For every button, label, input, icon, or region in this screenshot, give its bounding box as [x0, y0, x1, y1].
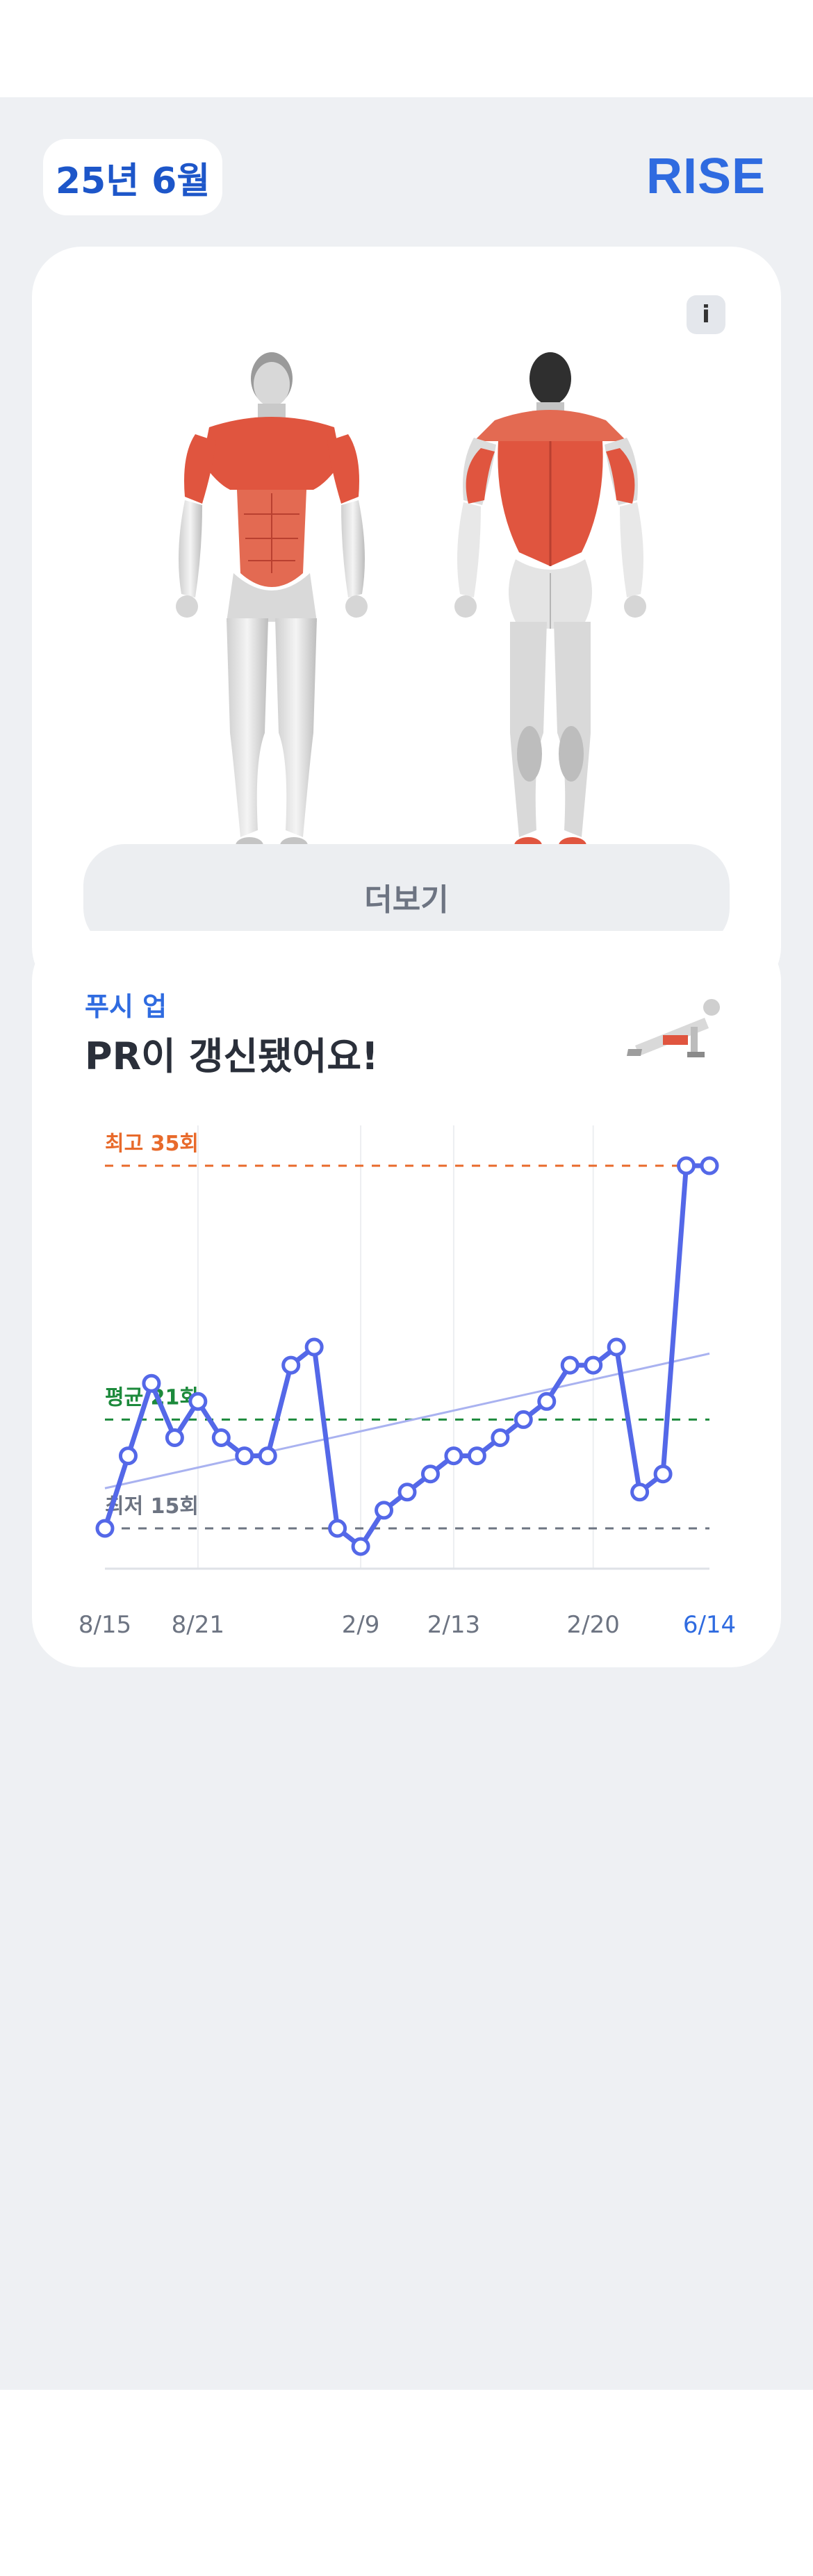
x-tick-label: 2/20: [567, 1611, 620, 1639]
pr-history-chart: 최고 35회평균 21회최저 15회8/15 8/21 2/9 2/13 2/20 6/1…: [79, 1125, 736, 1639]
data-point: [375, 1501, 394, 1520]
x-tick-label: 6/14: [683, 1611, 736, 1639]
data-point: [328, 1519, 347, 1538]
data-point: [211, 1428, 231, 1447]
info-button[interactable]: i: [687, 295, 725, 334]
data-point: [607, 1337, 626, 1357]
month-selector[interactable]: 25년 6월: [43, 139, 222, 215]
data-point: [467, 1446, 486, 1466]
x-tick-label: 2/13: [427, 1611, 480, 1639]
data-point: [351, 1537, 370, 1556]
x-tick-label: 8/21: [172, 1611, 224, 1639]
x-tick-label: 8/15: [79, 1611, 131, 1639]
data-point: [235, 1446, 254, 1466]
app-background: 25년 6월 RISE i 더보기 푸시 업 PR이 갱신됐어요! 최고 35회…: [0, 97, 813, 2390]
reference-label: 최저 15회: [105, 1494, 199, 1519]
reference-label: 최고 35회: [105, 1132, 199, 1156]
data-point: [304, 1337, 324, 1357]
body-back-figure[interactable]: [432, 344, 668, 872]
top-header: 25년 6월 RISE: [0, 139, 813, 215]
data-point: [537, 1392, 557, 1411]
brand-logo: RISE: [646, 149, 766, 204]
data-point: [142, 1373, 161, 1393]
data-point: [258, 1446, 277, 1466]
info-icon: i: [702, 301, 710, 329]
data-point: [420, 1464, 440, 1484]
data-point: [491, 1428, 510, 1447]
muscle-load-card: i 더보기: [32, 247, 781, 1344]
pr-card: 푸시 업 PR이 갱신됐어요! 최고 35회 평균 21회 최저 15회 8/15 8/…: [32, 931, 781, 1667]
data-point: [560, 1355, 580, 1375]
data-point: [630, 1483, 650, 1502]
body-front-figure[interactable]: [154, 344, 390, 872]
data-point: [444, 1446, 463, 1466]
data-point: [397, 1483, 417, 1502]
data-point: [188, 1392, 208, 1411]
data-point: [514, 1410, 533, 1429]
data-point: [118, 1446, 138, 1466]
data-point: [95, 1519, 115, 1538]
x-tick-label: 2/9: [342, 1611, 380, 1639]
data-point: [281, 1355, 301, 1375]
data-point: [700, 1156, 719, 1175]
data-point: [677, 1156, 696, 1175]
data-point: [584, 1355, 603, 1375]
data-point: [165, 1428, 184, 1447]
data-point: [653, 1464, 673, 1484]
